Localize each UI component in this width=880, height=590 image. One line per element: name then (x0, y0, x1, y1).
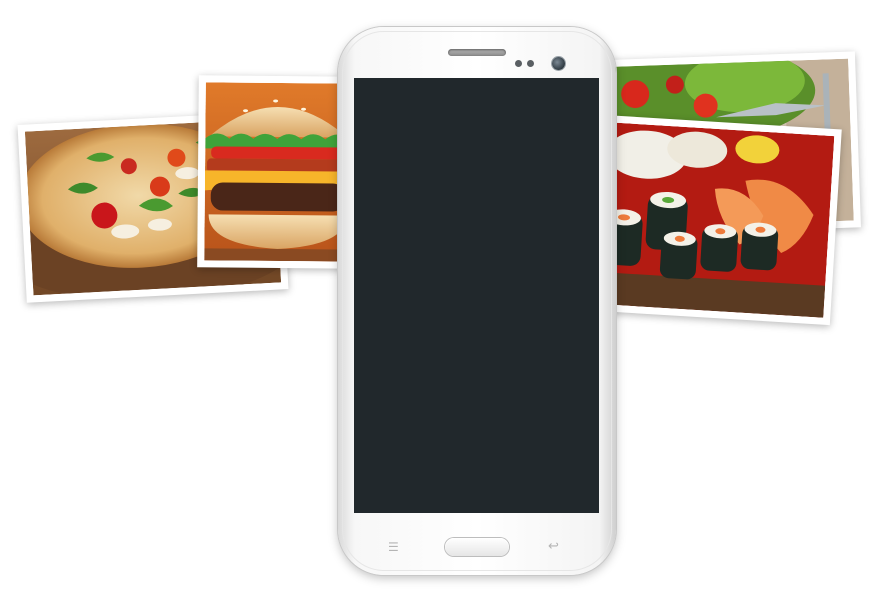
home-button[interactable] (445, 538, 509, 556)
sushi-photo (590, 114, 842, 326)
menu-icon[interactable]: ☰ (388, 541, 399, 553)
burger-image (204, 82, 352, 262)
phone-screen[interactable] (354, 78, 599, 513)
speaker-grille (448, 49, 506, 56)
phone-device: ☰ ↩ (338, 27, 616, 575)
promo-scene: ☰ ↩ (0, 0, 880, 590)
light-sensor (527, 60, 534, 67)
sushi-image (597, 122, 835, 318)
proximity-sensor (515, 60, 522, 67)
front-camera (552, 57, 565, 70)
burger-photo (197, 75, 359, 269)
back-icon[interactable]: ↩ (548, 539, 559, 552)
